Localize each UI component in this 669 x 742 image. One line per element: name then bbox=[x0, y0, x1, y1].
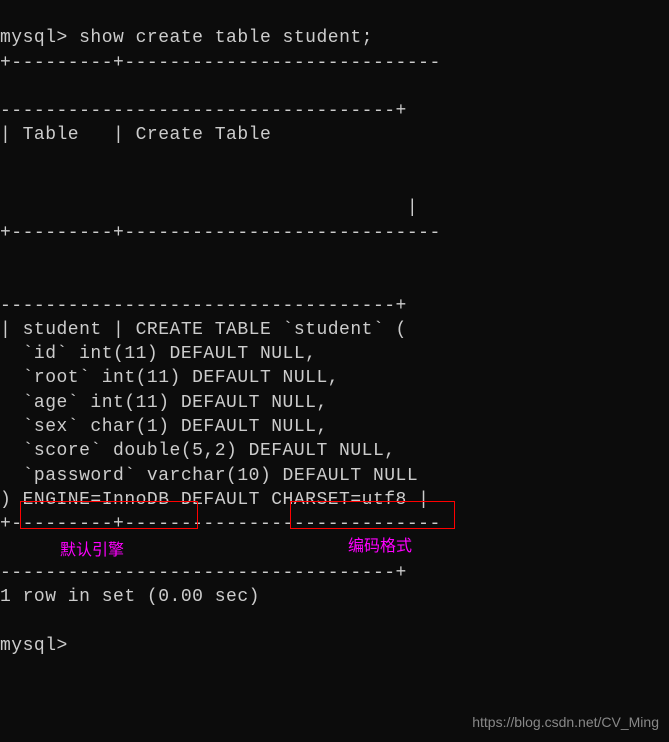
engine-charset-line: ) ENGINE=InnoDB DEFAULT CHARSET=utf8 | bbox=[0, 490, 429, 510]
result-line: 1 row in set (0.00 sec) bbox=[0, 587, 260, 607]
header-pipe: | bbox=[0, 198, 418, 218]
table-header: | Table | Create Table bbox=[0, 125, 271, 145]
annotation-charset: 编码格式 bbox=[348, 536, 412, 558]
blank-line bbox=[0, 174, 11, 194]
blank-line bbox=[0, 77, 11, 97]
column-id: `id` int(11) DEFAULT NULL, bbox=[0, 344, 316, 364]
mysql-prompt: mysql> bbox=[0, 28, 79, 48]
separator-line: +---------+---------------------------- bbox=[0, 53, 441, 73]
create-table-line: | student | CREATE TABLE `student` ( bbox=[0, 320, 407, 340]
column-password: `password` varchar(10) DEFAULT NULL bbox=[0, 466, 418, 486]
separator-line: +---------+---------------------------- bbox=[0, 514, 441, 534]
blank-line bbox=[0, 271, 11, 291]
column-root: `root` int(11) DEFAULT NULL, bbox=[0, 368, 339, 388]
column-sex: `sex` char(1) DEFAULT NULL, bbox=[0, 417, 328, 437]
sql-command: show create table student; bbox=[79, 28, 373, 48]
mysql-prompt: mysql> bbox=[0, 636, 68, 656]
separator-line: -----------------------------------+ bbox=[0, 563, 407, 583]
separator-line: -----------------------------------+ bbox=[0, 101, 407, 121]
separator-line: +---------+---------------------------- bbox=[0, 223, 441, 243]
blank-line bbox=[0, 247, 11, 267]
blank-line bbox=[0, 150, 11, 170]
column-age: `age` int(11) DEFAULT NULL, bbox=[0, 393, 328, 413]
annotation-engine: 默认引擎 bbox=[60, 540, 124, 562]
separator-line: -----------------------------------+ bbox=[0, 296, 407, 316]
blank-line bbox=[0, 539, 11, 559]
watermark: https://blog.csdn.net/CV_Ming bbox=[472, 713, 659, 732]
column-score: `score` double(5,2) DEFAULT NULL, bbox=[0, 441, 396, 461]
blank-line bbox=[0, 611, 11, 631]
